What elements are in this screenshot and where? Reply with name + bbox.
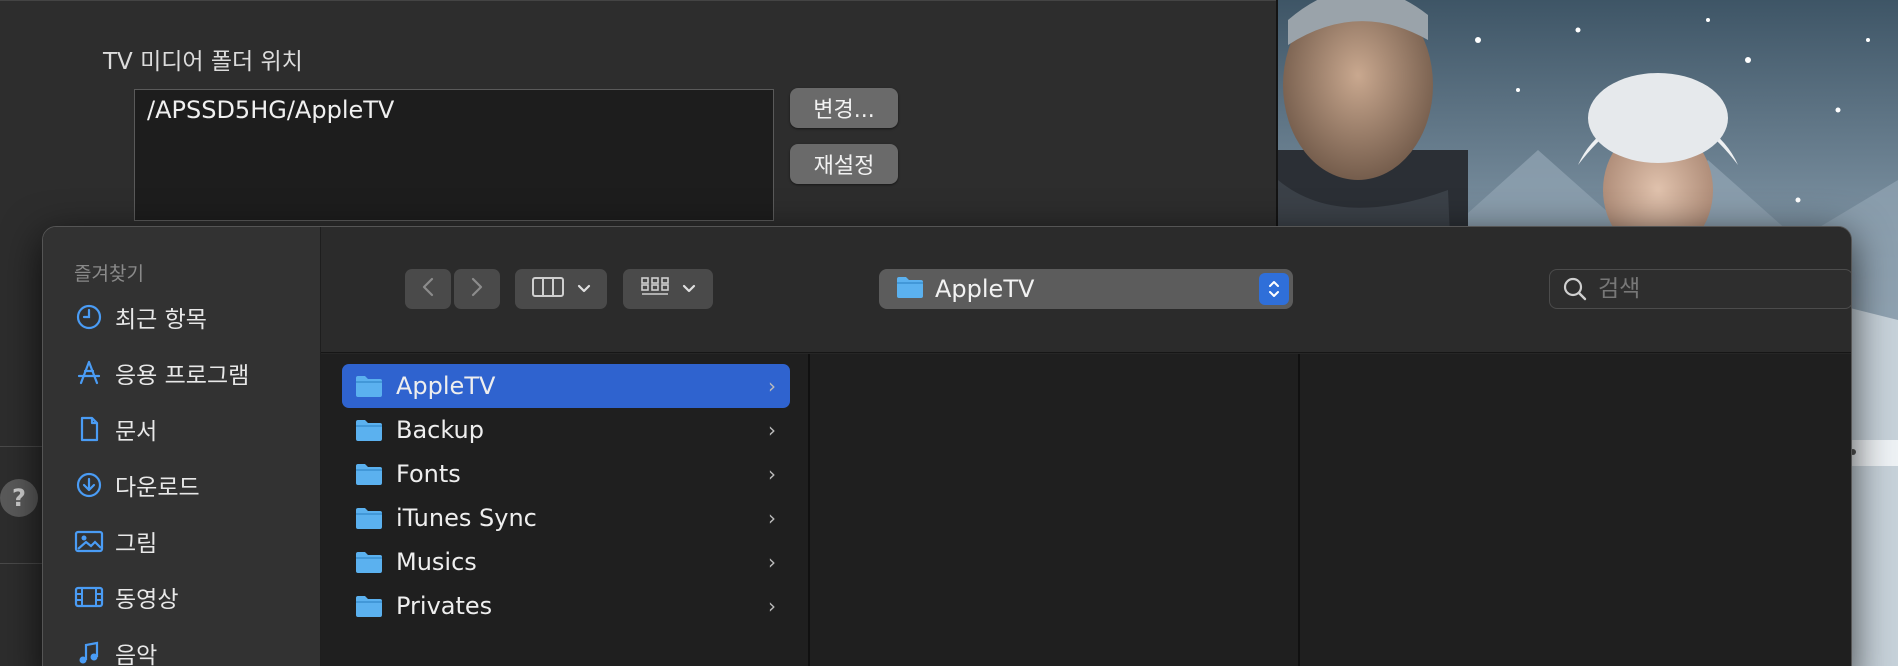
folder-icon (354, 373, 384, 399)
sidebar-item-label: 문서 (115, 419, 158, 445)
chevron-right-icon: › (768, 418, 776, 442)
folder-row-appletv[interactable]: AppleTV › (342, 364, 790, 408)
folder-icon (354, 593, 384, 619)
reset-button[interactable]: 재설정 (790, 144, 898, 184)
divider (0, 563, 44, 564)
folder-icon (895, 274, 925, 304)
sidebar-item-label: 음악 (115, 643, 158, 666)
chevron-down-icon (682, 284, 696, 294)
help-button[interactable]: ? (0, 479, 38, 517)
chevron-right-icon: › (768, 506, 776, 530)
icon-grid-icon (640, 275, 670, 303)
folder-label: Privates (396, 592, 493, 620)
column-divider (1298, 354, 1300, 666)
sidebar-item-label: 응용 프로그램 (115, 363, 250, 389)
sidebar-item-movies[interactable]: 동영상 (73, 577, 178, 617)
sidebar-item-label: 최근 항목 (115, 307, 207, 333)
sidebar-item-applications[interactable]: 응용 프로그램 (73, 353, 249, 393)
folder-row-itunes-sync[interactable]: iTunes Sync › (342, 496, 790, 540)
location-popup[interactable]: AppleTV (879, 269, 1293, 309)
sidebar-item-label: 그림 (115, 531, 158, 557)
folder-row-fonts[interactable]: Fonts › (342, 452, 790, 496)
chevron-right-icon: › (768, 550, 776, 574)
view-mode-columns-button[interactable] (515, 269, 607, 309)
back-button[interactable] (405, 269, 451, 309)
chevron-right-icon: › (768, 374, 776, 398)
media-folder-path-field: /APSSD5HG/AppleTV (134, 89, 774, 221)
chevron-right-icon: › (768, 594, 776, 618)
chevron-right-icon (469, 276, 485, 302)
document-icon (73, 413, 105, 445)
folder-label: Backup (396, 416, 484, 444)
folder-label: AppleTV (396, 372, 496, 400)
media-folder-path: /APSSD5HG/AppleTV (147, 96, 395, 124)
sidebar-item-music[interactable]: 음악 (73, 633, 157, 666)
folder-row-musics[interactable]: Musics › (342, 540, 790, 584)
chevron-right-icon: › (768, 462, 776, 486)
applications-icon (73, 357, 105, 389)
folder-label: Musics (396, 548, 477, 576)
forward-button[interactable] (454, 269, 500, 309)
folder-row-backup[interactable]: Backup › (342, 408, 790, 452)
folder-icon (354, 417, 384, 443)
sidebar-item-recents[interactable]: 최근 항목 (73, 297, 207, 337)
column-divider (808, 354, 810, 666)
sidebar-item-label: 동영상 (115, 587, 179, 613)
change-button[interactable]: 변경... (790, 88, 898, 128)
clock-icon (73, 301, 105, 333)
sidebar-item-label: 다운로드 (115, 475, 200, 501)
columns-view-icon (531, 275, 565, 303)
sidebar-item-pictures[interactable]: 그림 (73, 521, 157, 561)
photo-icon (73, 525, 105, 557)
toolbar: AppleTV (321, 227, 1851, 353)
film-icon (73, 581, 105, 613)
folder-row-privates[interactable]: Privates › (342, 584, 790, 628)
sidebar: 즐겨찾기 최근 항목 응용 프로그램 문서 다운로드 그림 동영상 음악 (43, 227, 321, 666)
folder-label: iTunes Sync (396, 504, 537, 532)
music-icon (73, 637, 105, 666)
chevron-left-icon (420, 276, 436, 302)
search-field[interactable] (1549, 269, 1851, 309)
sidebar-section-title: 즐겨찾기 (74, 263, 144, 285)
search-icon (1562, 276, 1588, 302)
folder-picker-dialog: 즐겨찾기 최근 항목 응용 프로그램 문서 다운로드 그림 동영상 음악 App… (42, 226, 1852, 666)
download-icon (73, 469, 105, 501)
folder-icon (354, 505, 384, 531)
group-options-button[interactable] (623, 269, 713, 309)
folder-icon (354, 461, 384, 487)
sidebar-item-downloads[interactable]: 다운로드 (73, 465, 200, 505)
column-browser: AppleTV › Backup › Fonts › iTunes Sync ›… (321, 354, 1851, 666)
folder-icon (354, 549, 384, 575)
screen: TV 미디어 폴더 위치 /APSSD5HG/AppleTV 변경... 재설정… (0, 0, 1898, 666)
media-folder-label: TV 미디어 폴더 위치 (103, 49, 303, 75)
chevron-down-icon (577, 284, 591, 294)
sidebar-item-documents[interactable]: 문서 (73, 409, 157, 449)
location-label: AppleTV (935, 275, 1035, 303)
folder-label: Fonts (396, 460, 461, 488)
up-down-arrows-icon (1259, 273, 1289, 305)
divider (0, 446, 44, 447)
search-input[interactable] (1598, 276, 1838, 302)
